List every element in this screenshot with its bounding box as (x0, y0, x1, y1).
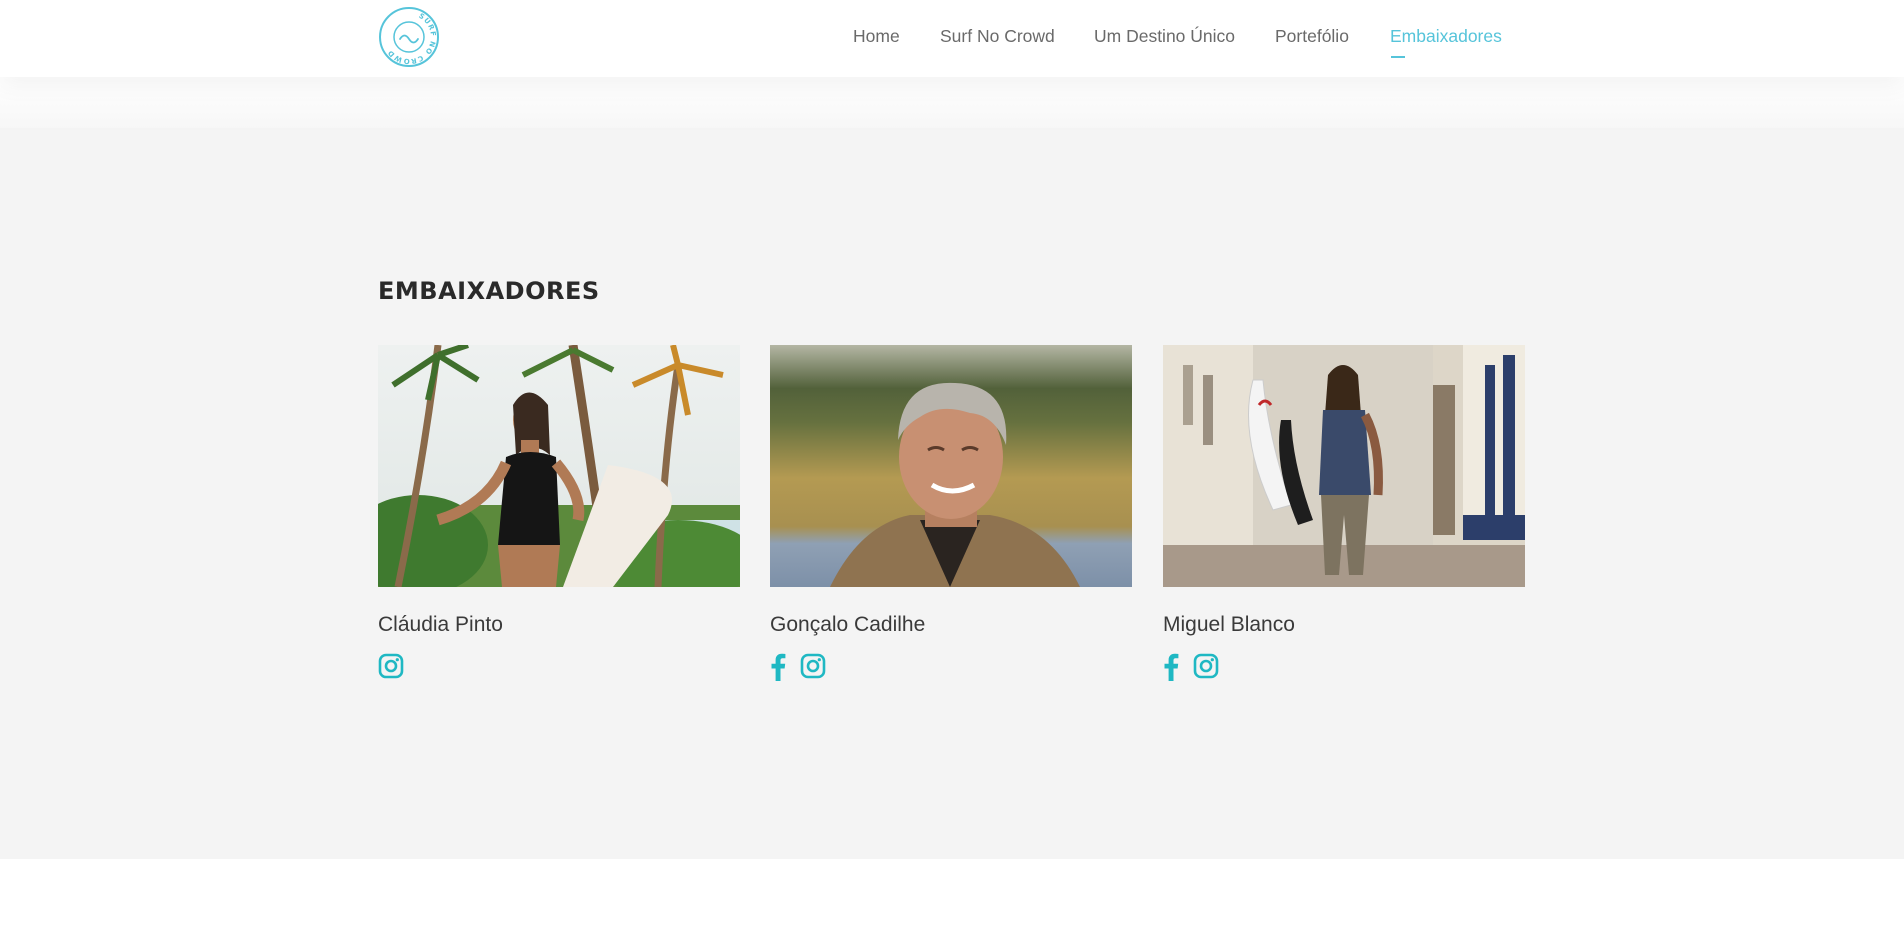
instagram-icon[interactable] (800, 653, 828, 683)
site-header: SURF NO CROWD Home Surf No Crowd Um Dest… (0, 0, 1904, 77)
nav-item-portefolio[interactable]: Portefólio (1275, 26, 1349, 47)
nav-active-indicator (1391, 56, 1405, 58)
ambassador-name: Cláudia Pinto (378, 613, 503, 636)
nav-item-home[interactable]: Home (853, 26, 900, 47)
page-bottom-area (0, 859, 1904, 936)
instagram-icon[interactable] (378, 653, 406, 683)
instagram-icon[interactable] (1193, 653, 1221, 683)
ambassador-photo[interactable] (378, 345, 740, 587)
ambassador-name: Miguel Blanco (1163, 613, 1295, 636)
header-shadow-band (0, 77, 1904, 129)
ambassador-photo[interactable] (770, 345, 1132, 587)
ambassador-photo[interactable] (1163, 345, 1525, 587)
ambassador-card: Miguel Blanco (1163, 345, 1525, 681)
ambassador-card: Gonçalo Cadilhe (770, 345, 1132, 681)
nav-item-surf-no-crowd[interactable]: Surf No Crowd (940, 26, 1055, 47)
section-title: EMBAIXADORES (378, 277, 600, 305)
facebook-icon[interactable] (770, 653, 788, 683)
facebook-icon[interactable] (1163, 653, 1181, 683)
ambassador-name: Gonçalo Cadilhe (770, 613, 926, 636)
ambassador-card: Cláudia Pinto (378, 345, 740, 679)
nav-item-embaixadores[interactable]: Embaixadores (1390, 26, 1502, 47)
surf-no-crowd-logo[interactable]: SURF NO CROWD (378, 6, 440, 68)
nav-item-um-destino-unico[interactable]: Um Destino Único (1094, 26, 1235, 47)
